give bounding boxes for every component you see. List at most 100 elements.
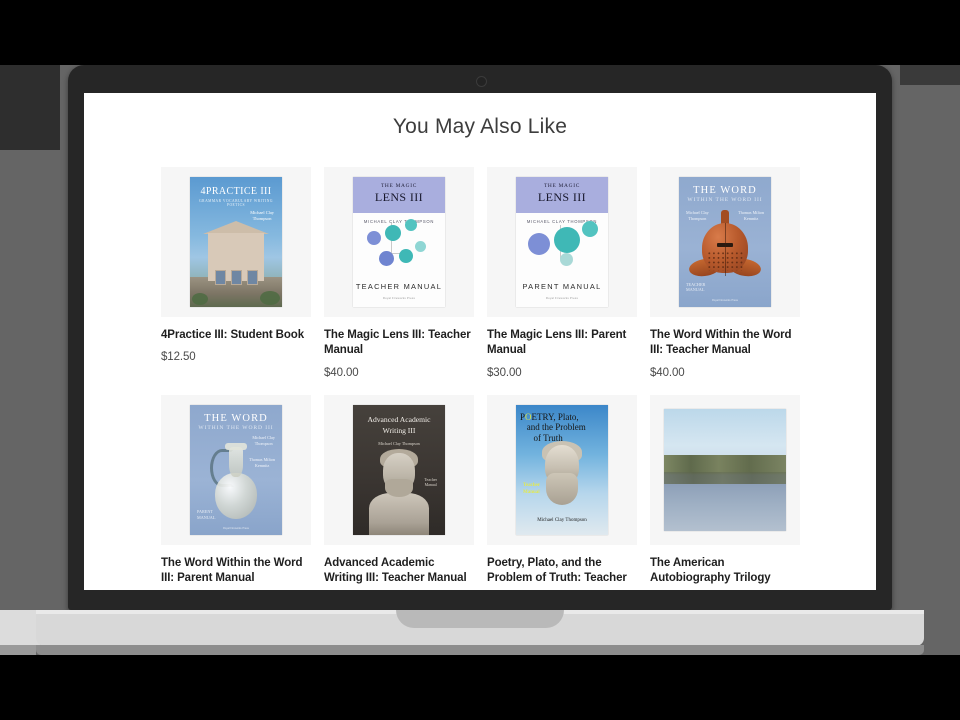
cover-window [231,270,242,285]
cover-kind: Teacher Manual [523,482,541,495]
scene: You May Also Like 4PRACTICE III GRAMMAR … [0,0,960,720]
product-card[interactable]: POETRY, Plato, and the Problem of Truth … [487,394,637,590]
cover-author-right: Michael Clay Thompson [252,434,275,446]
product-card[interactable]: THE WORD WITHIN THE WORD III Michael Cla… [650,167,800,379]
cover-subtitle: WITHIN THE WORD III [198,424,274,431]
product-card[interactable]: THE WORD WITHIN THE WORD III Michael Cla… [161,394,311,590]
product-price: $12.50 [161,351,196,364]
book-cover-magic-lens-iii-teacher: THE MAGIC LENS III MICHAEL CLAY THOMPSON [353,177,445,307]
cover-window [215,270,226,285]
cover-subtitle: WITHIN THE WORD III [687,197,763,203]
product-thumbnail[interactable]: THE MAGIC LENS III MICHAEL CLAY THOMPSON… [487,167,637,317]
cover-treeline [664,455,786,473]
laptop-base [36,610,924,646]
cover-press: Royal Fireworks Press [712,299,738,302]
cover-title: THE WORD [204,412,268,424]
cover-bubble [415,241,426,252]
cover-bubble [554,227,580,253]
product-title[interactable]: The Magic Lens III: Teacher Manual [324,328,474,359]
product-thumbnail[interactable]: POETRY, Plato, and the Problem of Truth … [487,394,637,545]
product-thumbnail[interactable]: THE WORD WITHIN THE WORD III Michael Cla… [161,394,311,545]
cover-kind: TEACHER MANUAL [686,281,706,293]
product-card[interactable]: THE MAGIC LENS III MICHAEL CLAY THOMPSON [324,167,474,379]
cover-title: POETRY, Plato, and the Problem of Truth [520,411,586,444]
page-title: You May Also Like [392,115,568,138]
product-card[interactable]: The American Autobiography Trilogy [650,394,800,590]
product-card[interactable]: 4PRACTICE III GRAMMAR VOCABULARY WRITING… [161,167,311,379]
product-title[interactable]: The Magic Lens III: Parent Manual [487,328,637,359]
cover-treeline-reflection [664,472,786,485]
cover-bubble [528,233,550,255]
book-cover-word-within-word-iii-teacher: THE WORD WITHIN THE WORD III Michael Cla… [679,177,771,307]
cover-subtitle: GRAMMAR VOCABULARY WRITING POETICS [199,199,273,207]
cover-plato-beard [546,472,578,505]
product-title[interactable]: Advanced Academic Writing III: Teacher M… [324,556,474,587]
product-price: $40.00 [650,366,685,379]
laptop-base-notch [396,610,564,628]
product-title[interactable]: 4Practice III: Student Book [161,328,311,343]
cover-author-right-2: Thomas Milton Kemnitz [249,456,275,468]
product-thumbnail[interactable]: THE WORD WITHIN THE WORD III Michael Cla… [650,167,800,317]
cover-the: THE MAGIC [380,183,418,189]
cover-foliage [192,293,208,305]
cover-ewer-neck [229,446,243,477]
cover-author: Michael Clay Thompson [378,440,420,446]
cover-title: THE WORD [693,185,757,196]
laptop-base-left-shadow [0,645,36,655]
product-title[interactable]: Poetry, Plato, and the Problem of Truth:… [487,556,637,587]
cover-window [247,270,258,285]
cover-author-right: Thomas Milton Kemnitz [738,210,764,221]
backdrop-panel-left [0,65,60,150]
product-thumbnail[interactable]: 4PRACTICE III GRAMMAR VOCABULARY WRITING… [161,167,311,317]
cover-helmet-seam [724,223,726,276]
book-cover-magic-lens-iii-parent: THE MAGIC LENS III MICHAEL CLAY THOMPSON… [516,177,608,307]
cover-press: Royal Fireworks Press [382,296,416,300]
cover-bust-torso [369,492,429,535]
laptop-base-left-edge [0,610,40,648]
product-price: $30.00 [487,366,522,379]
product-price: $40.00 [324,366,359,379]
cover-bubble [367,231,381,245]
cover-title: 4PRACTICE III [200,186,272,197]
book-cover-poetry-plato: POETRY, Plato, and the Problem of Truth … [516,404,608,535]
book-cover-advanced-academic-writing-iii: Advanced Academic Writing III Michael Cla… [353,404,445,535]
book-cover-4practice-iii: 4PRACTICE III GRAMMAR VOCABULARY WRITING… [190,177,282,307]
cover-bubble [582,221,598,237]
cover-bubble [379,251,394,266]
laptop-base-front-edge [36,645,924,655]
product-title[interactable]: The Word Within the Word III: Parent Man… [161,556,311,587]
book-cover-word-within-word-iii-parent: THE WORD WITHIN THE WORD III Michael Cla… [190,404,282,535]
cover-kind: Teacher Manual [424,476,437,488]
product-thumbnail[interactable]: Advanced Academic Writing III Michael Cla… [324,394,474,545]
book-cover-american-autobiography-trilogy [664,408,786,531]
cover-ewer-body [215,472,257,519]
cover-title: LENS III [537,190,587,204]
cover-press: Royal Fireworks Press [223,526,249,530]
cover-foliage [260,291,280,305]
product-title[interactable]: The American Autobiography Trilogy [650,556,800,587]
cover-the: THE MAGIC [543,183,581,189]
product-card[interactable]: THE MAGIC LENS III MICHAEL CLAY THOMPSON… [487,167,637,379]
recommendations-page: You May Also Like 4PRACTICE III GRAMMAR … [84,93,876,590]
cover-edition: TEACHER MANUAL [355,282,443,291]
product-thumbnail[interactable] [650,394,800,545]
cover-bubble [385,225,401,241]
browser-viewport: You May Also Like 4PRACTICE III GRAMMAR … [84,93,876,590]
product-grid: 4PRACTICE III GRAMMAR VOCABULARY WRITING… [84,139,876,590]
cover-author: Michael Clay Thompson [537,517,587,523]
cover-bust-beard [385,478,413,497]
product-card[interactable]: Advanced Academic Writing III Michael Cla… [324,394,474,590]
product-thumbnail[interactable]: THE MAGIC LENS III MICHAEL CLAY THOMPSON [324,167,474,317]
cover-title: LENS III [374,190,424,204]
backdrop-panel-right [900,65,960,85]
cover-bubble [399,249,413,263]
product-title[interactable]: The Word Within the Word III: Teacher Ma… [650,328,800,359]
cover-bubble [405,219,417,231]
cover-water [664,484,786,531]
cover-author: MICHAEL CLAY THOMPSON [363,219,435,224]
cover-author-left: Michael Clay Thompson [686,210,709,221]
cover-title: Advanced Academic Writing III [367,414,431,435]
cover-edition: PARENT MANUAL [522,282,602,291]
cover-kind: PARENT MANUAL [197,509,216,521]
camera-dot-icon [475,76,487,87]
